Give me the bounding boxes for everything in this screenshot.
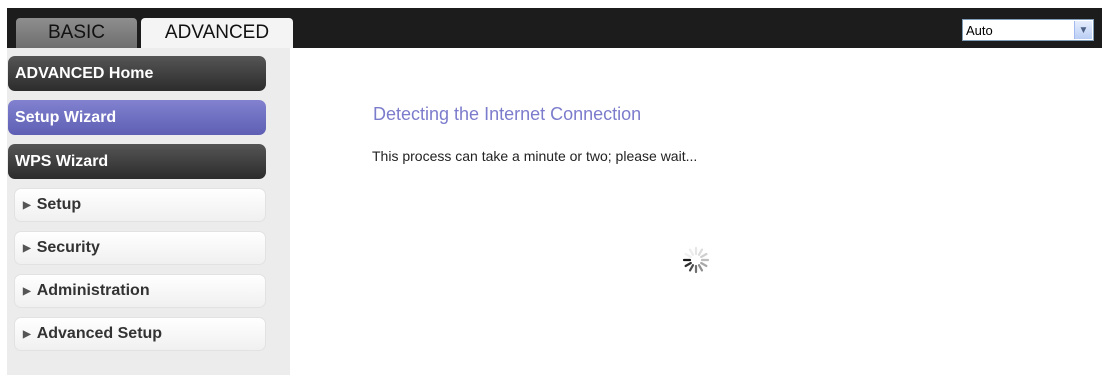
sidebar: ADVANCED Home Setup Wizard WPS Wizard ▶ … xyxy=(7,48,290,375)
sidebar-item-setup-wizard[interactable]: Setup Wizard xyxy=(8,100,266,135)
sidebar-item-label: ADVANCED Home xyxy=(15,64,154,82)
sidebar-item-label: Security xyxy=(36,239,100,256)
loading-spinner-icon xyxy=(682,246,710,274)
sidebar-item-wps-wizard[interactable]: WPS Wizard xyxy=(8,144,266,179)
triangle-right-icon: ▶ xyxy=(23,242,31,254)
sidebar-item-advanced-home[interactable]: ADVANCED Home xyxy=(8,56,266,91)
sidebar-item-advanced-setup[interactable]: ▶ Advanced Setup xyxy=(14,317,266,351)
page-description: This process can take a minute or two; p… xyxy=(372,148,698,164)
tab-basic[interactable]: BASIC xyxy=(16,18,137,48)
sidebar-item-setup[interactable]: ▶ Setup xyxy=(14,188,266,222)
sidebar-item-security[interactable]: ▶ Security xyxy=(14,231,266,265)
triangle-right-icon: ▶ xyxy=(23,328,31,340)
sidebar-item-label: Setup xyxy=(36,196,82,213)
triangle-right-icon: ▶ xyxy=(23,285,31,297)
sidebar-item-label: WPS Wizard xyxy=(15,152,109,170)
chevron-down-icon[interactable]: ▼ xyxy=(1074,21,1092,39)
sidebar-item-label: Administration xyxy=(36,282,150,299)
tab-advanced[interactable]: ADVANCED xyxy=(141,18,293,48)
top-bar: BASIC ADVANCED Auto ▼ xyxy=(7,8,1102,48)
main-content: Detecting the Internet Connection This p… xyxy=(290,48,1102,375)
language-select[interactable]: Auto ▼ xyxy=(962,19,1094,41)
sidebar-item-label: Advanced Setup xyxy=(36,325,163,342)
router-admin-window: BASIC ADVANCED Auto ▼ ADVANCED Home Setu… xyxy=(7,8,1102,375)
sidebar-item-label: Setup Wizard xyxy=(15,108,117,126)
tab-advanced-label: ADVANCED xyxy=(164,22,270,43)
tab-basic-label: BASIC xyxy=(47,22,106,43)
sidebar-item-administration[interactable]: ▶ Administration xyxy=(14,274,266,308)
language-select-value: Auto xyxy=(966,22,993,38)
page-title: Detecting the Internet Connection xyxy=(373,104,642,124)
triangle-right-icon: ▶ xyxy=(23,199,31,211)
